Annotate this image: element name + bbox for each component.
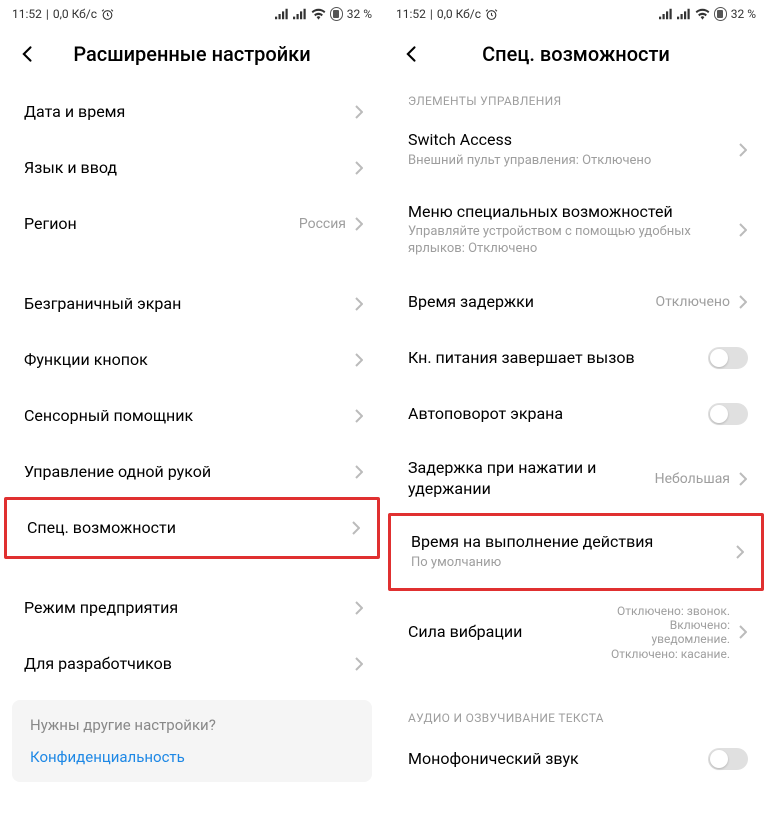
alarm-icon: [485, 8, 498, 21]
chevron-right-icon: [354, 296, 364, 312]
wifi-icon: [695, 8, 710, 20]
item-accessibility-menu[interactable]: Меню специальных возможностей Управляйте…: [384, 186, 768, 275]
footer-card: Нужны другие настройки? Конфиденциальнос…: [12, 700, 372, 782]
item-power-ends-call[interactable]: Кн. питания завершает вызов: [384, 330, 768, 386]
battery-icon: [330, 7, 343, 21]
chevron-right-icon: [354, 656, 364, 672]
status-battery: 32 %: [731, 7, 756, 21]
right-screen: 11:52 | 0,0 Кб/с 32 % Спец. возможности: [384, 0, 768, 820]
page-title: Расширенные настройки: [56, 42, 328, 66]
item-value: Отключено: звонок. Включено: уведомление…: [590, 604, 730, 662]
item-mono-audio[interactable]: Монофонический звук: [384, 731, 768, 787]
item-button-functions[interactable]: Функции кнопок: [0, 332, 384, 388]
signal-icon-2: [677, 8, 691, 20]
header: Расширенные настройки: [0, 28, 384, 84]
item-language-input[interactable]: Язык и ввод: [0, 140, 384, 196]
chevron-right-icon: [738, 294, 748, 310]
status-bar: 11:52 | 0,0 Кб/с 32 %: [0, 0, 384, 28]
toggle-off[interactable]: [708, 403, 748, 425]
back-button[interactable]: [400, 42, 424, 66]
back-button[interactable]: [16, 42, 40, 66]
chevron-right-icon: [354, 464, 364, 480]
status-net: 0,0 Кб/с: [437, 7, 481, 21]
chevron-right-icon: [354, 160, 364, 176]
item-value: Россия: [299, 216, 346, 232]
chevron-right-icon: [354, 600, 364, 616]
wifi-icon: [311, 8, 326, 20]
left-screen: 11:52 | 0,0 Кб/с 32 % Расширенные настро: [0, 0, 384, 820]
item-date-time[interactable]: Дата и время: [0, 84, 384, 140]
highlight-accessibility: Спец. возможности: [4, 497, 380, 559]
chevron-right-icon: [738, 624, 748, 640]
item-quick-ball[interactable]: Сенсорный помощник: [0, 388, 384, 444]
signal-icon-2: [293, 8, 307, 20]
status-time: 11:52: [396, 7, 426, 21]
item-accessibility[interactable]: Спец. возможности: [7, 500, 377, 556]
chevron-right-icon: [351, 520, 361, 536]
chevron-right-icon: [354, 352, 364, 368]
item-auto-rotate[interactable]: Автоповорот экрана: [384, 386, 768, 442]
highlight-time-to-action: Время на выполнение действия По умолчани…: [388, 513, 764, 591]
item-delay-time[interactable]: Время задержки Отключено: [384, 274, 768, 330]
item-vibration-strength[interactable]: Сила вибрации Отключено: звонок. Включен…: [384, 588, 768, 678]
item-value: Небольшая: [655, 471, 730, 487]
item-one-handed[interactable]: Управление одной рукой: [0, 444, 384, 500]
item-value: Отключено: [655, 294, 730, 310]
page-title: Спец. возможности: [440, 42, 712, 66]
signal-icon: [659, 8, 673, 20]
item-switch-access[interactable]: Switch Access Внешний пульт управления: …: [384, 114, 768, 186]
chevron-right-icon: [738, 471, 748, 487]
battery-icon: [714, 7, 727, 21]
chevron-right-icon: [738, 142, 748, 158]
chevron-right-icon: [738, 222, 748, 238]
item-touch-hold-delay[interactable]: Задержка при нажатии и удержании Небольш…: [384, 442, 768, 516]
status-net: 0,0 Кб/с: [53, 7, 97, 21]
item-region[interactable]: Регион Россия: [0, 196, 384, 252]
alarm-icon: [101, 8, 114, 21]
section-audio-tts: АУДИО И ОЗВУЧИВАНИЕ ТЕКСТА: [384, 701, 768, 731]
status-bar: 11:52 | 0,0 Кб/с 32 %: [384, 0, 768, 28]
item-enterprise-mode[interactable]: Режим предприятия: [0, 580, 384, 636]
item-fullscreen-display[interactable]: Безграничный экран: [0, 276, 384, 332]
item-developer-options[interactable]: Для разработчиков: [0, 636, 384, 692]
footer-link-privacy[interactable]: Конфиденциальность: [30, 748, 354, 766]
status-time: 11:52: [12, 7, 42, 21]
chevron-right-icon: [354, 216, 364, 232]
chevron-right-icon: [354, 104, 364, 120]
section-controls: ЭЛЕМЕНТЫ УПРАВЛЕНИЯ: [384, 84, 768, 114]
status-battery: 32 %: [347, 7, 372, 21]
chevron-right-icon: [735, 544, 745, 560]
toggle-off[interactable]: [708, 347, 748, 369]
header: Спец. возможности: [384, 28, 768, 84]
toggle-off[interactable]: [708, 748, 748, 770]
item-time-to-action[interactable]: Время на выполнение действия По умолчани…: [391, 516, 761, 588]
chevron-right-icon: [354, 408, 364, 424]
signal-icon: [275, 8, 289, 20]
footer-question: Нужны другие настройки?: [30, 716, 354, 734]
